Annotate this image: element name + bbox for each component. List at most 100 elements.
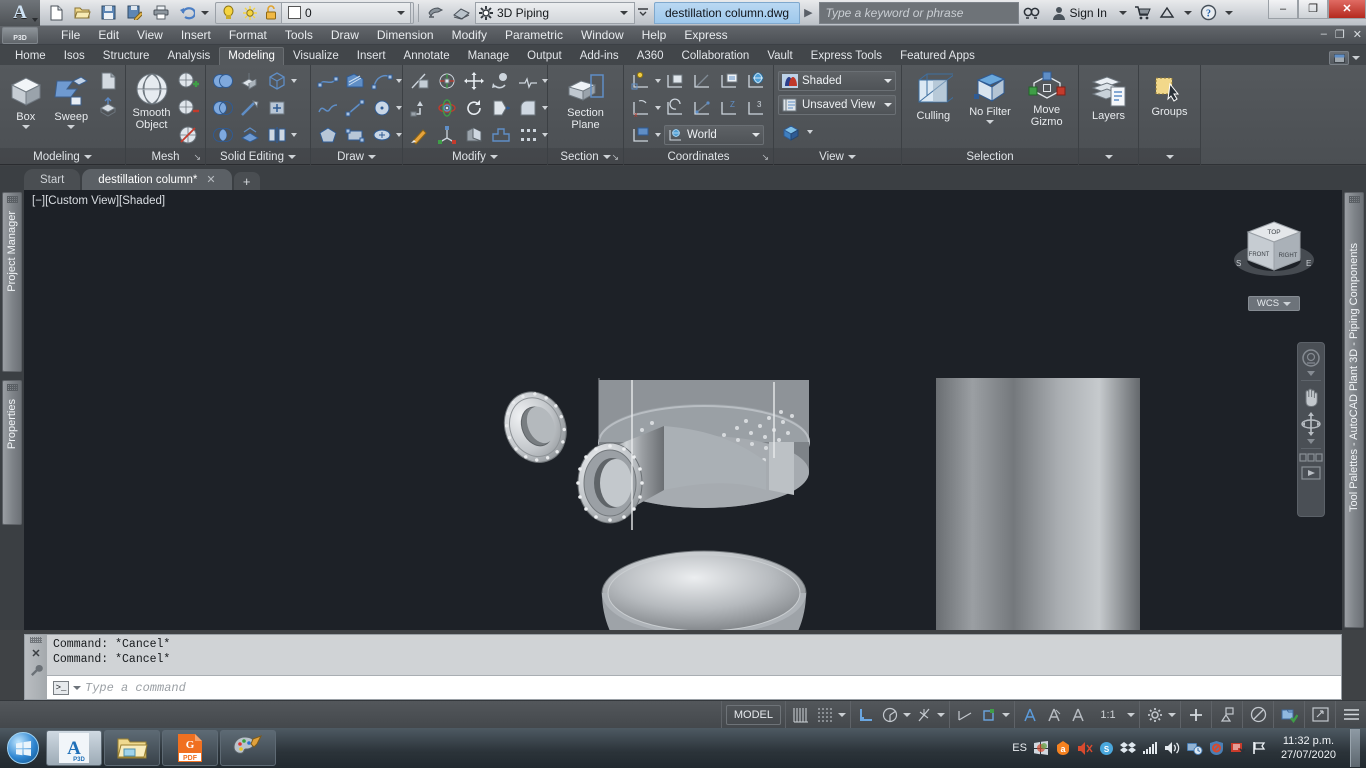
panel-title-solid-editing[interactable]: Solid Editing xyxy=(206,148,310,165)
ucs-combo[interactable]: World xyxy=(664,125,764,145)
search-input[interactable]: Type a keyword or phrase xyxy=(818,1,1019,24)
ucs-zaxis-icon[interactable]: 3 xyxy=(743,95,769,121)
slice-icon[interactable] xyxy=(264,122,290,148)
chevron-down-icon[interactable] xyxy=(21,125,30,129)
dialog-launcher-icon[interactable]: ↘ xyxy=(761,152,769,163)
ribbon-minimize-icon[interactable] xyxy=(1329,51,1349,65)
tab-output[interactable]: Output xyxy=(518,48,571,65)
drag-grip-icon[interactable] xyxy=(1348,196,1360,203)
match-properties-icon[interactable] xyxy=(423,1,448,25)
chevron-down-icon[interactable] xyxy=(903,712,911,717)
layers-button[interactable]: Layers xyxy=(1083,71,1134,122)
doc-restore-button[interactable]: ❐ xyxy=(1335,28,1345,41)
smooth-object-button[interactable]: Smooth Object xyxy=(130,68,173,131)
save-icon[interactable] xyxy=(96,1,121,25)
panel-title-mesh[interactable]: Mesh ↘ xyxy=(126,148,205,165)
add-tools-icon[interactable] xyxy=(1185,704,1207,726)
drag-grip-icon[interactable] xyxy=(6,196,18,203)
steering-wheel-icon[interactable] xyxy=(1300,347,1322,369)
dialog-launcher-icon[interactable]: ↘ xyxy=(193,152,201,163)
rectangle-icon[interactable] xyxy=(342,122,368,148)
refine-mesh-icon[interactable] xyxy=(175,122,201,148)
menu-modify[interactable]: Modify xyxy=(443,26,496,44)
workspace-selector[interactable]: 3D Piping xyxy=(475,1,635,24)
chevron-down-icon[interactable] xyxy=(655,106,661,110)
chevron-down-icon[interactable] xyxy=(67,125,76,129)
menu-help[interactable]: Help xyxy=(633,26,676,44)
subtract-icon[interactable] xyxy=(210,95,236,121)
chevron-down-icon[interactable] xyxy=(291,79,297,83)
new-drawing-tab-button[interactable]: + xyxy=(233,172,260,190)
chevron-down-icon[interactable] xyxy=(1183,10,1192,15)
tab-modeling[interactable]: Modeling xyxy=(219,47,284,65)
pan-hand-icon[interactable] xyxy=(1299,385,1323,409)
hardware-accel-icon[interactable] xyxy=(1247,704,1269,726)
offset-edge-icon[interactable] xyxy=(237,122,263,148)
menu-draw[interactable]: Draw xyxy=(322,26,368,44)
panel-title-modeling[interactable]: Modeling xyxy=(0,148,125,165)
ellipse-icon[interactable] xyxy=(369,122,395,148)
chevron-down-icon[interactable] xyxy=(1168,712,1176,717)
wrench-icon[interactable] xyxy=(30,664,43,677)
qat-customize-icon[interactable] xyxy=(636,1,650,25)
extrude-face-icon[interactable] xyxy=(95,68,121,94)
ucs-icon[interactable] xyxy=(628,68,654,94)
minimize-button[interactable]: – xyxy=(1268,0,1298,19)
panel-title-modify[interactable]: Modify xyxy=(403,148,547,165)
application-menu-button[interactable]: A xyxy=(0,0,40,26)
chevron-down-icon[interactable] xyxy=(1224,10,1233,15)
tab-structure[interactable]: Structure xyxy=(94,48,159,65)
command-history[interactable]: Command: *Cancel* Command: *Cancel* xyxy=(47,635,1341,675)
network-icon[interactable] xyxy=(1142,741,1158,755)
show-motion-icon[interactable] xyxy=(1300,465,1322,481)
workspace-icon[interactable] xyxy=(1144,704,1166,726)
ucs-named-icon[interactable] xyxy=(716,68,742,94)
taskbar-clock[interactable]: 11:32 p.m. 27/07/2020 xyxy=(1273,734,1344,762)
ucs-3point-icon[interactable] xyxy=(689,95,715,121)
update-icon[interactable] xyxy=(1230,740,1246,756)
layer-match-icon[interactable] xyxy=(449,1,474,25)
chevron-down-icon[interactable] xyxy=(291,133,297,137)
tab-overflow-icon[interactable]: ▶ xyxy=(804,6,812,19)
grid-display-icon[interactable] xyxy=(790,704,812,726)
windows-icon[interactable] xyxy=(1033,740,1049,756)
panel-title-section[interactable]: Section ↘ xyxy=(548,148,623,165)
drawing-status-icon[interactable] xyxy=(1278,704,1300,726)
taskbar-item-autocad-plant3d[interactable]: A P3D xyxy=(46,730,102,766)
chevron-down-icon[interactable] xyxy=(1307,439,1315,444)
tab-manage[interactable]: Manage xyxy=(459,48,519,65)
wcs-selector[interactable]: WCS xyxy=(1248,296,1300,311)
object-snap-tracking-icon[interactable] xyxy=(954,704,976,726)
panel-title-groups[interactable] xyxy=(1139,148,1200,165)
annotation-scale[interactable]: 1:1 xyxy=(1091,704,1125,726)
offset-icon[interactable] xyxy=(488,95,514,121)
chevron-down-icon[interactable] xyxy=(1127,712,1135,717)
tab-analysis[interactable]: Analysis xyxy=(158,48,219,65)
culling-button[interactable]: Culling xyxy=(906,67,961,122)
polygon-icon[interactable] xyxy=(315,122,341,148)
menu-window[interactable]: Window xyxy=(572,26,633,44)
hatch-icon[interactable] xyxy=(342,68,368,94)
ucs-previous-icon[interactable] xyxy=(662,95,688,121)
imprint-icon[interactable] xyxy=(264,95,290,121)
command-input[interactable]: Type a command xyxy=(85,681,186,695)
tab-home[interactable]: Home xyxy=(6,48,55,65)
panel-title-selection[interactable]: Selection xyxy=(902,148,1078,165)
dock-project-manager[interactable]: Project Manager xyxy=(2,192,22,372)
arc-icon[interactable] xyxy=(369,68,395,94)
dock-tool-palettes[interactable]: Tool Palettes - AutoCAD Plant 3D - Pipin… xyxy=(1344,192,1364,628)
document-title-tab[interactable]: destillation column.dwg xyxy=(654,1,801,24)
taper-faces-icon[interactable] xyxy=(237,95,263,121)
tab-isos[interactable]: Isos xyxy=(55,48,94,65)
navigation-bar[interactable] xyxy=(1297,342,1325,517)
menu-dimension[interactable]: Dimension xyxy=(368,26,443,44)
annotation-visibility-icon[interactable] xyxy=(1043,704,1065,726)
restore-button[interactable]: ❐ xyxy=(1298,0,1328,19)
3d-gizmo-icon[interactable] xyxy=(434,95,460,121)
move-gizmo-button[interactable]: Move Gizmo xyxy=(1019,67,1074,128)
language-indicator[interactable]: ES xyxy=(1012,742,1027,754)
undo-icon[interactable] xyxy=(174,1,199,25)
ucs-world-icon[interactable] xyxy=(743,68,769,94)
tab-express-tools[interactable]: Express Tools xyxy=(802,48,891,65)
tab-featured-apps[interactable]: Featured Apps xyxy=(891,48,984,65)
